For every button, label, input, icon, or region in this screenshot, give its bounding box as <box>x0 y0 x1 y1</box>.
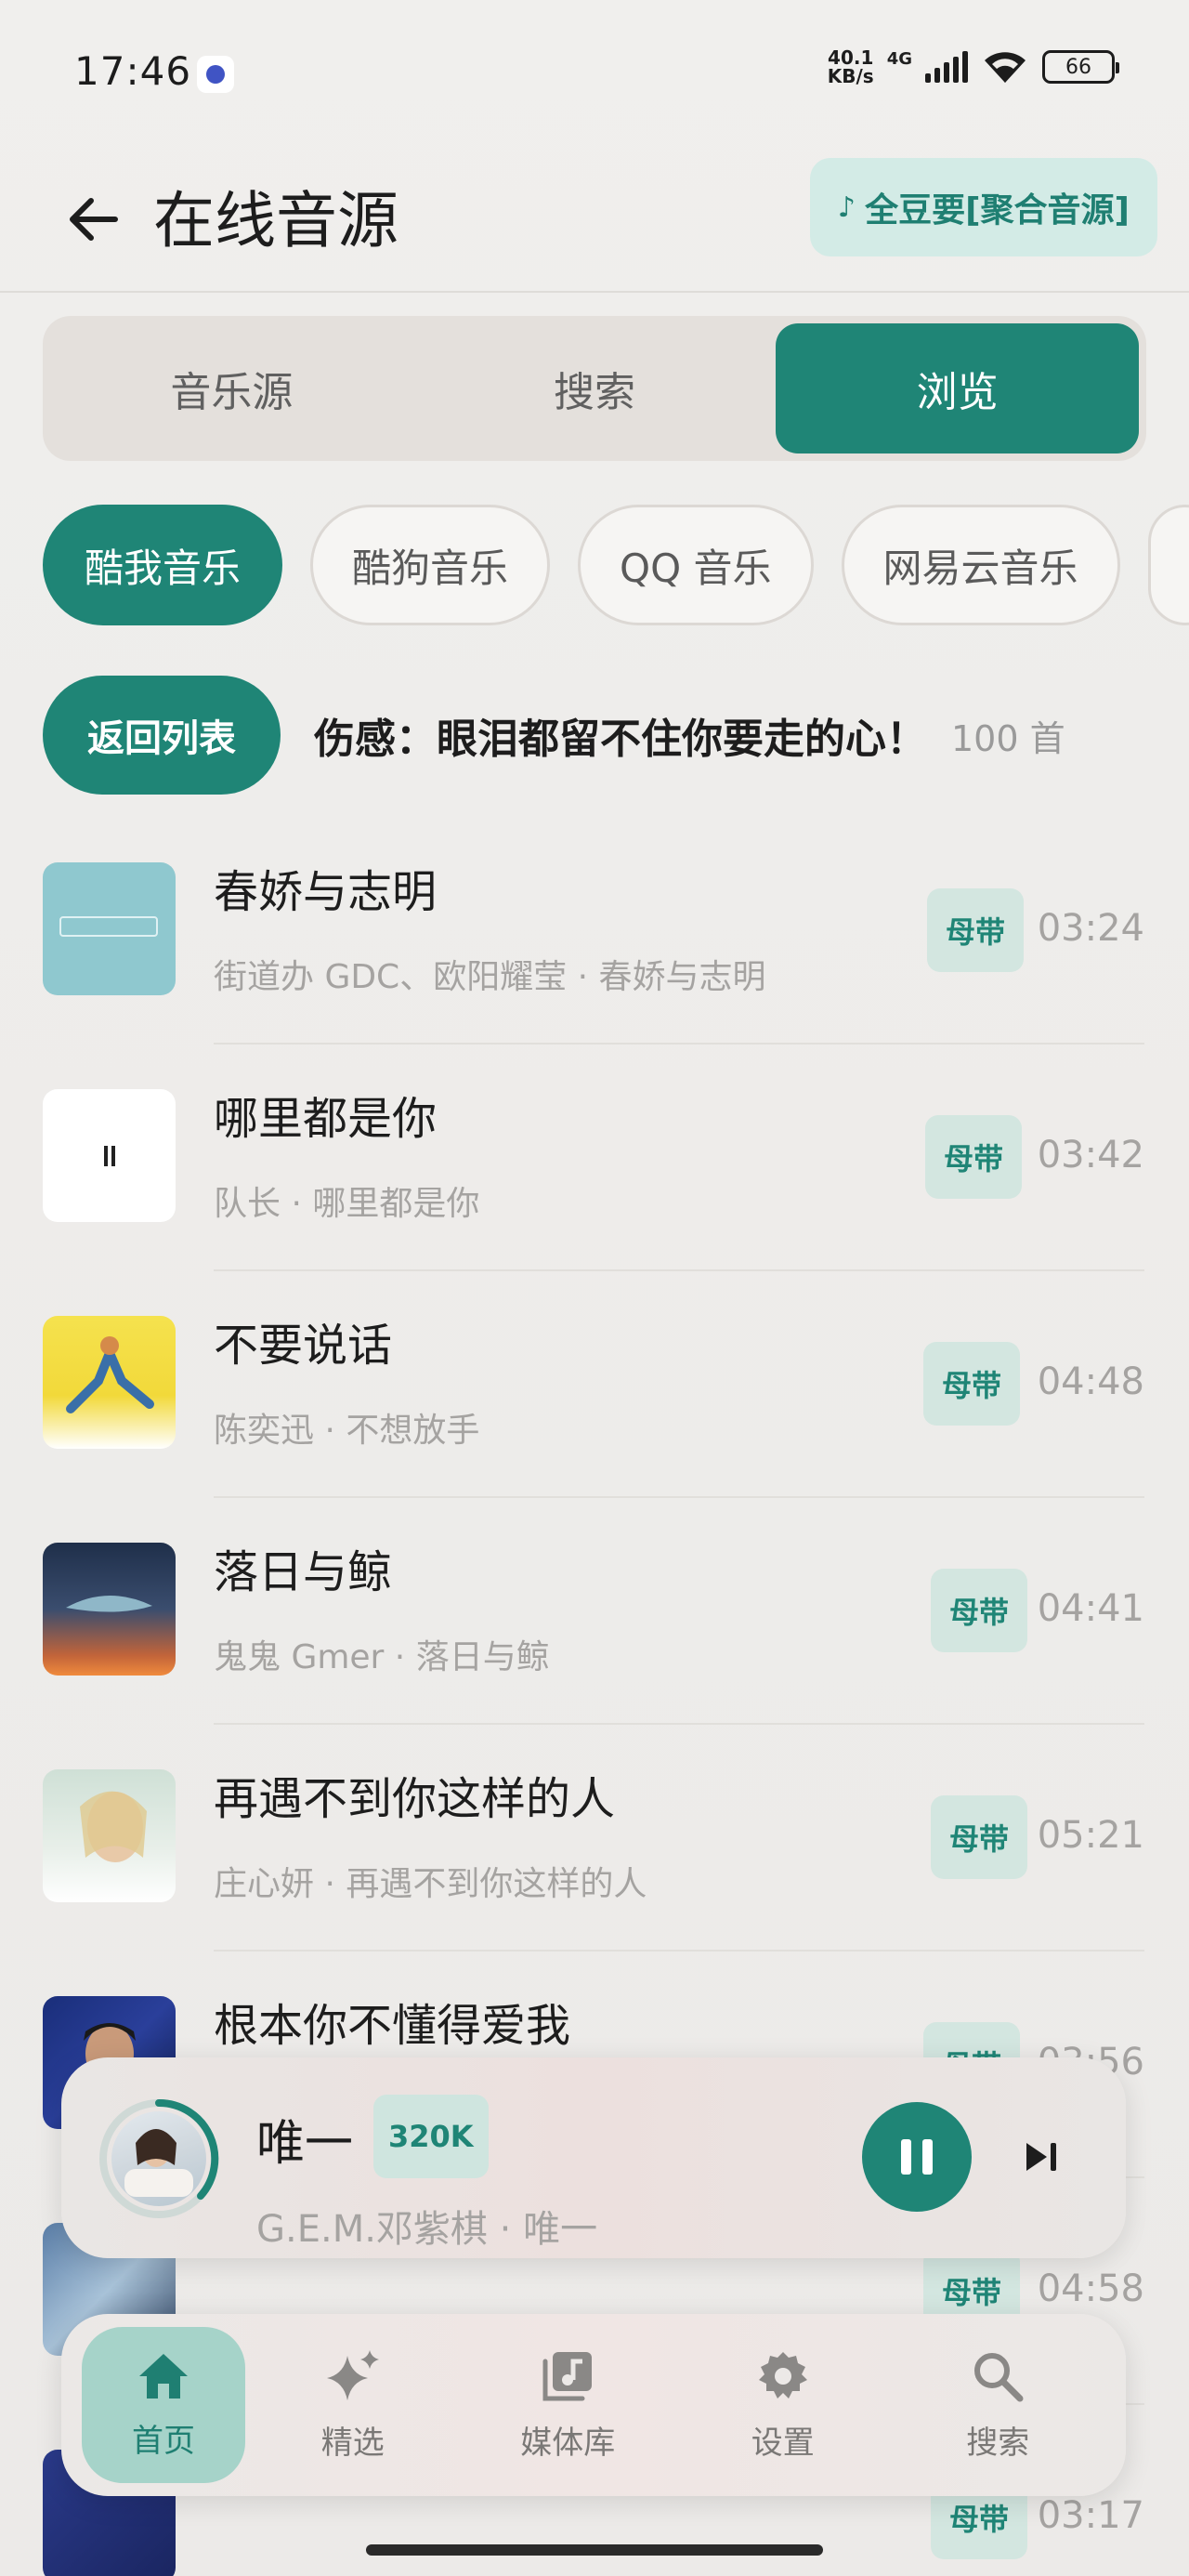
song-title: 不要说话 <box>214 1320 393 1372</box>
quality-badge: 母带 <box>925 1115 1022 1199</box>
song-subtitle: 街道办 GDC、欧阳耀莹 · 春娇与志明 <box>214 958 766 996</box>
nav-search[interactable]: 搜索 <box>891 2327 1106 2483</box>
source-selector-button[interactable]: ♪ 全豆要[聚合音源] <box>809 158 1157 256</box>
battery-level: 66 <box>1065 55 1091 79</box>
quality-badge: 母带 <box>931 1569 1027 1652</box>
song-row[interactable]: 落日与鲸 鬼鬼 Gmer · 落日与鲸 母带 04:41 <box>0 1498 1189 1725</box>
music-note-icon: ♪ <box>837 191 856 224</box>
library-icon <box>542 2351 593 2400</box>
nav-home[interactable]: 首页 <box>82 2327 245 2483</box>
app-header: 在线音源 ♪ 全豆要[聚合音源] <box>0 149 1189 293</box>
tab-browse[interactable]: 浏览 <box>776 323 1140 453</box>
album-cover <box>43 1769 176 1902</box>
song-title: 根本你不懂得爱我 <box>214 2000 571 2052</box>
segment-tabs: 音乐源 搜索 浏览 <box>43 316 1146 461</box>
chip-qq[interactable]: QQ 音乐 <box>578 505 814 625</box>
source-selector-label: 全豆要[聚合音源] <box>865 191 1130 230</box>
app-notification-icon <box>197 56 234 93</box>
quality-badge: 母带 <box>923 1342 1020 1426</box>
album-cover <box>111 2111 206 2206</box>
speed-unit: KB/s <box>827 65 874 87</box>
nav-label: 首页 <box>132 2422 195 2460</box>
sparkle-icon <box>326 2349 379 2400</box>
album-cover <box>43 1089 176 1222</box>
back-button[interactable] <box>56 182 130 256</box>
wifi-icon <box>981 49 1029 85</box>
arrow-left-icon <box>70 198 118 241</box>
network-type: 4G <box>886 48 912 69</box>
song-duration: 03:24 <box>1037 907 1144 950</box>
pause-icon <box>103 1145 115 1166</box>
nav-settings[interactable]: 设置 <box>675 2327 891 2483</box>
song-duration: 04:41 <box>1037 1587 1144 1630</box>
page-title: 在线音源 <box>153 185 399 256</box>
album-cover <box>43 862 176 995</box>
song-title: 落日与鲸 <box>214 1546 393 1598</box>
song-duration: 04:48 <box>1037 1360 1144 1403</box>
song-duration: 04:58 <box>1037 2267 1144 2310</box>
tab-search[interactable]: 搜索 <box>413 323 777 453</box>
bottom-nav: 首页 精选 媒体库 设置 搜索 <box>61 2314 1126 2496</box>
chip-more[interactable] <box>1147 505 1189 625</box>
skip-next-icon <box>1026 2143 1056 2171</box>
song-list: 春娇与志明 街道办 GDC、欧阳耀莹 · 春娇与志明 母带 03:24 哪里都是… <box>0 818 1189 2576</box>
song-row[interactable]: 哪里都是你 队长 · 哪里都是你 母带 03:42 <box>0 1045 1189 1271</box>
home-icon <box>139 2353 188 2399</box>
quality-badge: 母带 <box>931 1795 1027 1879</box>
now-playing-title: 唯一 <box>256 2116 354 2172</box>
song-row[interactable]: 春娇与志明 街道办 GDC、欧阳耀莹 · 春娇与志明 母带 03:24 <box>0 818 1189 1045</box>
playlist-title: 伤感：眼泪都留不住你要走的心！ <box>314 716 927 763</box>
search-icon <box>974 2352 1024 2401</box>
next-button[interactable] <box>1009 2124 1074 2189</box>
battery-icon: 66 <box>1042 50 1119 84</box>
song-title: 春娇与志明 <box>214 866 438 918</box>
song-duration: 05:21 <box>1037 1814 1144 1857</box>
nav-featured[interactable]: 精选 <box>245 2327 461 2483</box>
quality-badge: 母带 <box>927 888 1024 972</box>
song-row[interactable]: 不要说话 陈奕迅 · 不想放手 母带 04:48 <box>0 1271 1189 1498</box>
source-chip-row: 酷我音乐 酷狗音乐 QQ 音乐 网易云音乐 <box>43 505 1189 625</box>
nav-label: 媒体库 <box>520 2424 616 2462</box>
song-duration: 03:17 <box>1037 2494 1144 2537</box>
album-cover <box>43 1316 176 1449</box>
song-subtitle: 陈奕迅 · 不想放手 <box>214 1412 480 1450</box>
album-cover <box>43 1543 176 1676</box>
pause-button[interactable] <box>862 2102 972 2212</box>
speed-value: 40.1 <box>828 46 874 69</box>
bitrate-badge: 320K <box>373 2095 489 2178</box>
nav-label: 搜索 <box>966 2424 1030 2462</box>
chip-kuwo[interactable]: 酷我音乐 <box>43 505 283 625</box>
status-time: 17:46 <box>74 48 192 94</box>
signal-icon <box>925 51 968 83</box>
status-indicators: 40.1 KB/s 4G 66 <box>828 48 1119 85</box>
song-subtitle: 鬼鬼 Gmer · 落日与鲸 <box>214 1638 550 1676</box>
playlist-count: 100 首 <box>951 717 1065 759</box>
song-subtitle: 庄心妍 · 再遇不到你这样的人 <box>214 1865 647 1903</box>
status-bar: 17:46 40.1 KB/s 4G 66 <box>0 0 1189 149</box>
back-to-list-button[interactable]: 返回列表 <box>43 676 281 795</box>
song-duration: 03:42 <box>1037 1134 1144 1176</box>
song-row[interactable]: 再遇不到你这样的人 庄心妍 · 再遇不到你这样的人 母带 05:21 <box>0 1725 1189 1952</box>
mini-player[interactable]: 唯一 320K G.E.M.邓紫棋 · 唯一 <box>61 2057 1126 2258</box>
tab-music-source[interactable]: 音乐源 <box>50 323 413 453</box>
now-playing-cover[interactable] <box>98 2098 219 2219</box>
chip-kugou[interactable]: 酷狗音乐 <box>310 505 551 625</box>
now-playing-subtitle: G.E.M.邓紫棋 · 唯一 <box>256 2208 598 2251</box>
song-title: 哪里都是你 <box>214 1093 438 1145</box>
song-title: 再遇不到你这样的人 <box>214 1773 616 1825</box>
home-indicator[interactable] <box>366 2544 823 2556</box>
song-subtitle: 队长 · 哪里都是你 <box>214 1185 480 1223</box>
playlist-header: 返回列表 伤感：眼泪都留不住你要走的心！ 100 首 <box>43 676 1167 795</box>
network-speed: 40.1 KB/s <box>828 48 874 85</box>
nav-label: 精选 <box>320 2424 385 2462</box>
chip-netease[interactable]: 网易云音乐 <box>841 505 1120 625</box>
nav-library[interactable]: 媒体库 <box>461 2327 676 2483</box>
nav-label: 设置 <box>751 2424 815 2462</box>
gear-icon <box>758 2351 807 2399</box>
